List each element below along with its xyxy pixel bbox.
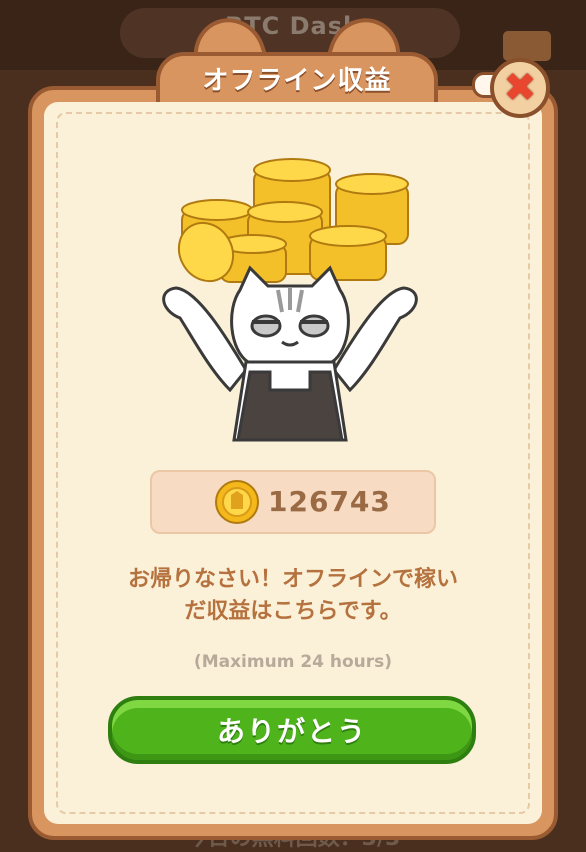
- thanks-button-label: ありがとう: [216, 715, 367, 748]
- max-hours-note: (Maximum 24 hours): [193, 652, 393, 672]
- welcome-back-message: お帰りなさい！オフラインで稼い だ収益はこちらです。: [70, 564, 516, 628]
- close-button[interactable]: ✖: [490, 58, 550, 118]
- close-icon: ✖: [503, 65, 537, 111]
- earnings-amount: 126743: [268, 485, 391, 518]
- coin-icon: [215, 480, 259, 524]
- coin-stack-icon: [177, 158, 409, 283]
- dialog-title: オフライン収益: [202, 66, 392, 96]
- background-title: BTC Dash: [224, 12, 362, 40]
- message-line-2: だ収益はこちらです。: [184, 599, 402, 624]
- thanks-button[interactable]: ありがとう: [108, 696, 476, 764]
- message-line-1: お帰りなさい！オフラインで稼い: [127, 567, 458, 592]
- cat-mascot-icon: [162, 158, 418, 442]
